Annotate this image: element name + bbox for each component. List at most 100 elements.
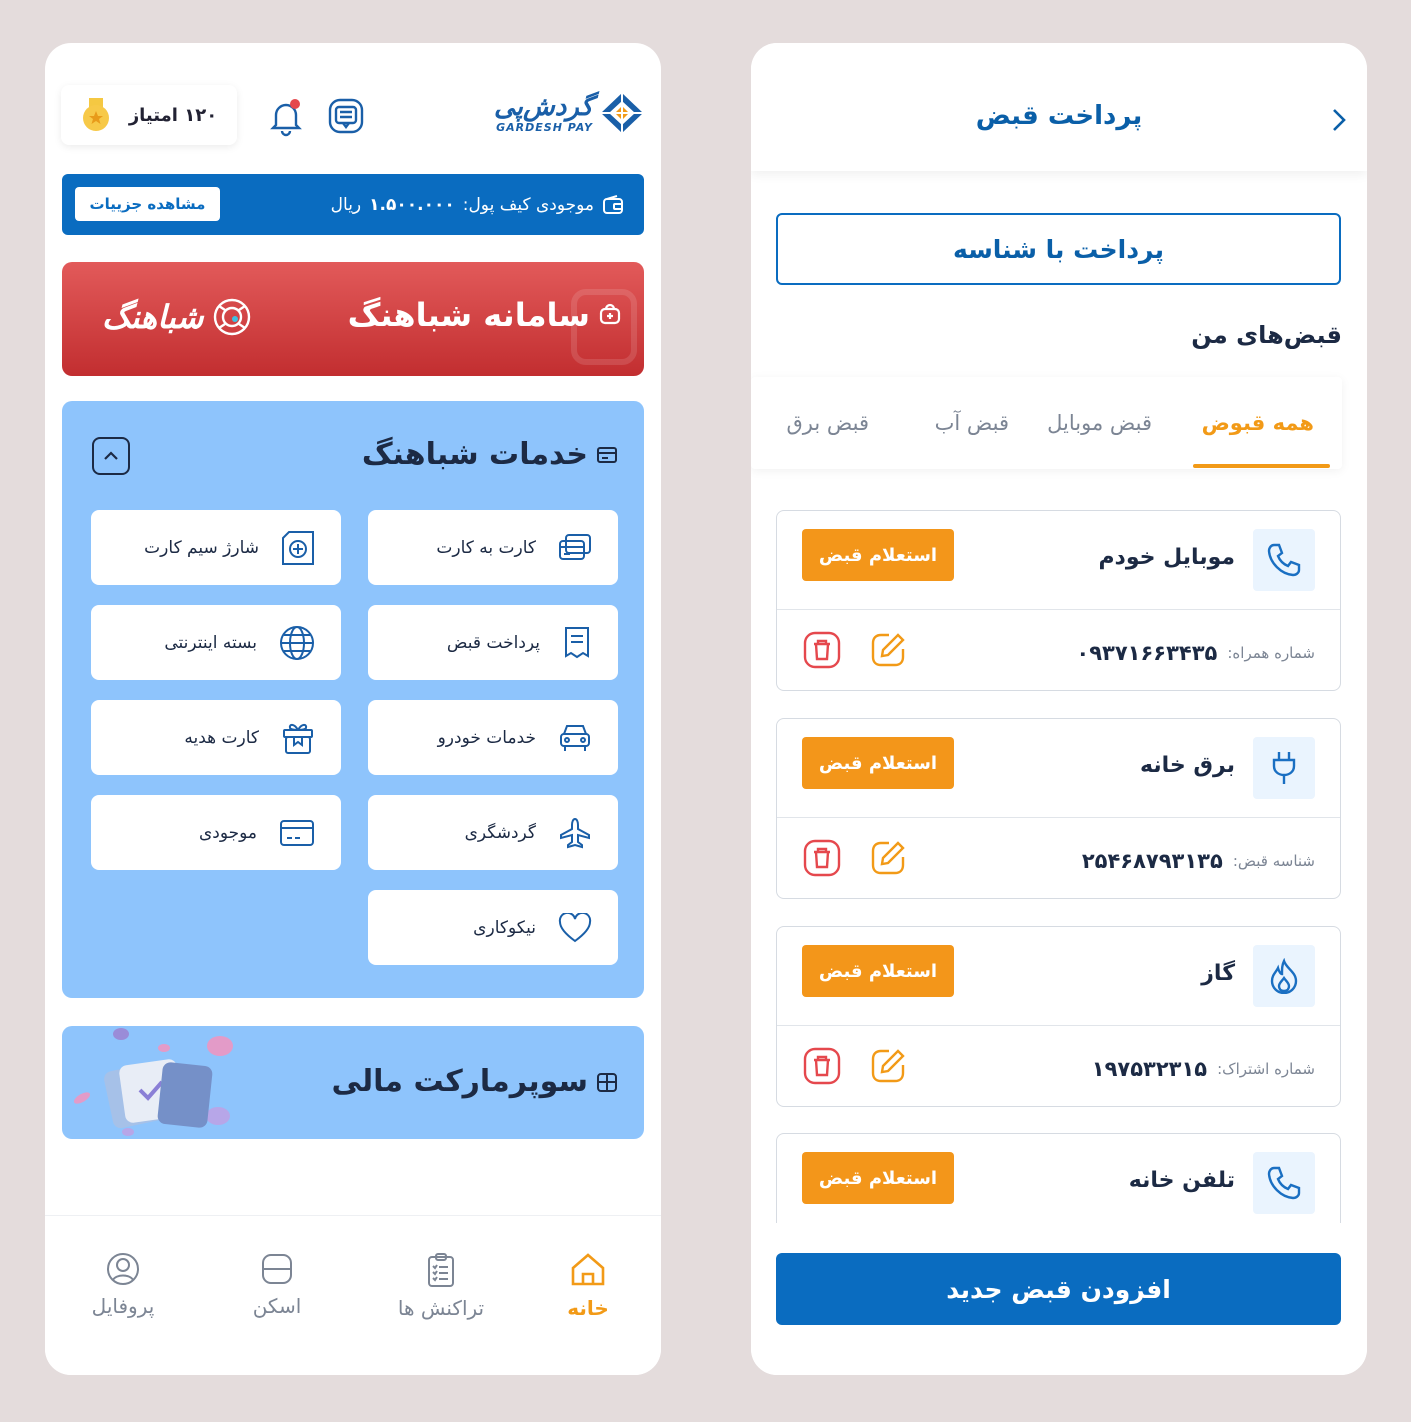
delete-button[interactable] bbox=[803, 631, 841, 673]
service-tourism[interactable]: گردشگری bbox=[368, 795, 618, 870]
service-card-to-card[interactable]: کارت به کارت bbox=[368, 510, 618, 585]
collapse-toggle-button[interactable] bbox=[92, 437, 130, 475]
logo-text-fa: گردش‌پی bbox=[494, 91, 593, 122]
tab-all-bills[interactable]: همه قبوض bbox=[1202, 411, 1314, 435]
banner-brand-label: شباهنگ bbox=[102, 298, 204, 336]
flame-icon bbox=[1270, 958, 1298, 994]
nav-label-scan: اسکن bbox=[252, 1294, 302, 1318]
inquiry-button[interactable]: استعلام قبض bbox=[802, 945, 954, 997]
edit-button[interactable] bbox=[869, 631, 907, 673]
gardesh-pay-logo: گردش‌پی GARDESH PAY bbox=[494, 91, 645, 135]
bottom-navigation: خانه تراکنش ها اسکن پروفایل bbox=[45, 1215, 661, 1375]
shabahang-services: خدمات شباهنگ کارت به کارت پرداخت قبض خدم… bbox=[62, 401, 644, 998]
edit-icon bbox=[871, 1049, 905, 1083]
trash-icon bbox=[803, 631, 841, 669]
wallet-card-icon bbox=[280, 819, 314, 846]
nav-item-transactions[interactable]: تراکنش ها bbox=[391, 1252, 491, 1320]
trash-icon bbox=[803, 839, 841, 877]
tab-electric-bills[interactable]: قبض برق bbox=[786, 411, 869, 435]
bill-detail-key: شناسه قبض: bbox=[1232, 852, 1315, 870]
service-label: کارت هدیه bbox=[184, 727, 259, 748]
shabahang-logo-icon bbox=[214, 298, 251, 336]
bill-type-icon bbox=[1253, 1152, 1315, 1214]
wallet-amount: ۱.۵۰۰.۰۰۰ bbox=[369, 194, 455, 215]
nav-label-transactions: تراکنش ها bbox=[397, 1296, 485, 1320]
nav-item-scan[interactable]: اسکن bbox=[227, 1252, 327, 1318]
divider bbox=[777, 609, 1340, 610]
logo-text-en: GARDESH PAY bbox=[496, 120, 593, 134]
heart-icon bbox=[558, 912, 592, 942]
home-screen: گردش‌پی GARDESH PAY ۱۲۰ امتیاز موجودی کی… bbox=[45, 43, 661, 1375]
bill-header: پرداخت قبض bbox=[751, 43, 1367, 171]
trash-icon bbox=[803, 1047, 841, 1085]
medal-icon bbox=[82, 98, 109, 131]
tab-mobile-bills[interactable]: قبض موبایل bbox=[1047, 411, 1152, 435]
service-charity[interactable]: نیکوکاری bbox=[368, 890, 618, 965]
service-label: خدمات خودرو bbox=[437, 727, 536, 748]
home-header: گردش‌پی GARDESH PAY ۱۲۰ امتیاز bbox=[61, 83, 645, 149]
service-gift-card[interactable]: کارت هدیه bbox=[91, 700, 341, 775]
back-button[interactable] bbox=[1331, 107, 1347, 137]
bill-icon bbox=[565, 626, 589, 658]
bill-detail-key: شماره اشتراک: bbox=[1217, 1060, 1315, 1078]
service-label: نیکوکاری bbox=[473, 917, 536, 938]
chevron-up-icon bbox=[104, 451, 118, 460]
wallet-unit: ریال bbox=[330, 194, 362, 215]
edit-button[interactable] bbox=[869, 1047, 907, 1089]
phone-icon bbox=[1267, 543, 1301, 577]
supermarket-icon bbox=[597, 1072, 617, 1092]
shabahang-small-icon bbox=[599, 303, 621, 325]
service-internet[interactable]: بسته اینترنتی bbox=[91, 605, 341, 680]
page-title: پرداخت قبض bbox=[975, 101, 1143, 131]
scan-icon bbox=[262, 1254, 292, 1284]
notification-bell-icon[interactable] bbox=[267, 97, 305, 137]
bill-card: برق خانه استعلام قبض شناسه قبض: ۲۵۴۶۸۷۹۳… bbox=[776, 718, 1341, 899]
service-label: پرداخت قبض bbox=[446, 632, 540, 653]
bill-name: برق خانه bbox=[1140, 753, 1235, 778]
pay-by-id-button[interactable]: پرداخت با شناسه bbox=[776, 213, 1341, 285]
divider bbox=[777, 817, 1340, 818]
sim-card-icon bbox=[282, 530, 314, 565]
service-balance[interactable]: موجودی bbox=[91, 795, 341, 870]
wallet-info: موجودی کیف پول: ۱.۵۰۰.۰۰۰ ریال bbox=[331, 174, 624, 235]
phone-icon bbox=[1267, 1166, 1301, 1200]
delete-button[interactable] bbox=[803, 1047, 841, 1089]
globe-icon bbox=[280, 625, 314, 660]
divider bbox=[777, 1025, 1340, 1026]
my-bills-title: قبض‌های من bbox=[1191, 321, 1342, 349]
bill-type-icon bbox=[1253, 529, 1315, 591]
service-bill-payment[interactable]: پرداخت قبض bbox=[368, 605, 618, 680]
service-car[interactable]: خدمات خودرو bbox=[368, 700, 618, 775]
points-label: ۱۲۰ امتیاز bbox=[128, 104, 218, 126]
inquiry-button[interactable]: استعلام قبض bbox=[802, 737, 954, 789]
edit-button[interactable] bbox=[869, 839, 907, 881]
messages-icon[interactable] bbox=[327, 97, 365, 135]
car-icon bbox=[560, 724, 590, 751]
profile-icon bbox=[107, 1253, 139, 1285]
bill-type-icon bbox=[1253, 945, 1315, 1007]
bill-detail-value: ۲۵۴۶۸۷۹۳۱۳۵ bbox=[1081, 849, 1223, 873]
points-badge[interactable]: ۱۲۰ امتیاز bbox=[61, 85, 237, 145]
card-transfer-icon bbox=[559, 533, 591, 560]
service-label: موجودی bbox=[198, 822, 257, 843]
nav-item-profile[interactable]: پروفایل bbox=[73, 1252, 173, 1318]
money-illustration-icon bbox=[73, 1028, 233, 1136]
banner-title-wrap: سامانه شباهنگ bbox=[348, 296, 622, 334]
bill-name: تلفن خانه bbox=[1128, 1168, 1235, 1193]
wallet-details-button[interactable]: مشاهده جزییات bbox=[75, 187, 220, 221]
bill-detail-value: ۱۹۷۵۳۲۳۱۵ bbox=[1091, 1057, 1208, 1081]
inquiry-button[interactable]: استعلام قبض bbox=[802, 1152, 954, 1204]
bill-type-icon bbox=[1253, 737, 1315, 799]
edit-icon bbox=[871, 841, 905, 875]
inquiry-button[interactable]: استعلام قبض bbox=[802, 529, 954, 581]
bill-detail: شماره اشتراک: ۱۹۷۵۳۲۳۱۵ bbox=[1092, 1057, 1315, 1081]
financial-supermarket-banner[interactable]: سوپرمارکت مالی bbox=[62, 1026, 644, 1139]
tab-water-bills[interactable]: قبض آب bbox=[935, 411, 1009, 435]
service-sim-charge[interactable]: شارژ سیم کارت bbox=[91, 510, 341, 585]
delete-button[interactable] bbox=[803, 839, 841, 881]
wallet-bar: موجودی کیف پول: ۱.۵۰۰.۰۰۰ ریال مشاهده جز… bbox=[62, 174, 644, 235]
logo-mark-icon bbox=[601, 93, 643, 133]
shabahang-banner[interactable]: سامانه شباهنگ شباهنگ bbox=[62, 262, 644, 376]
nav-item-home[interactable]: خانه bbox=[538, 1252, 638, 1320]
add-new-bill-button[interactable]: افزودن قبض جدید bbox=[776, 1253, 1341, 1325]
